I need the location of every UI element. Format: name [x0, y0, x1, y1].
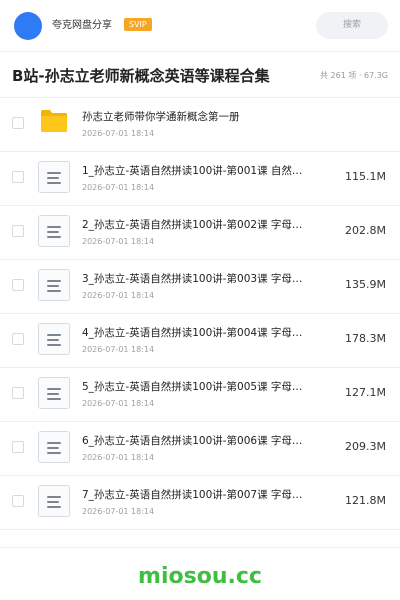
file-name[interactable]: 4_孙志立-英语自然拼读100讲-第004课 字母…	[82, 326, 302, 340]
file-row[interactable]: 2_孙志立-英语自然拼读100讲-第002课 字母… 2026-07-01 18:…	[0, 206, 400, 260]
file-size: 202.8M	[345, 224, 386, 237]
file-name[interactable]: 2_孙志立-英语自然拼读100讲-第002课 字母…	[82, 218, 302, 232]
file-date: 2026-07-01 18:14	[82, 183, 155, 192]
share-meta: 共 261 项 · 67.3G	[320, 71, 388, 80]
file-date: 2026-07-01 18:14	[82, 237, 155, 246]
file-size: 115.1M	[345, 170, 386, 183]
row-checkbox[interactable]	[12, 387, 24, 399]
row-checkbox[interactable]	[12, 225, 24, 237]
file-row[interactable]: 孙志立老师带你学通新概念第一册 2026-07-01 18:14	[0, 98, 400, 152]
share-title-bar: B站-孙志立老师新概念英语等课程合集 共 261 项 · 67.3G	[0, 52, 400, 98]
app-header: 夸克网盘分享 SVIP 搜索	[0, 0, 400, 52]
file-row[interactable]: 1_孙志立-英语自然拼读100讲-第001课 自然… 2026-07-01 18:…	[0, 152, 400, 206]
row-checkbox[interactable]	[12, 495, 24, 507]
file-date: 2026-07-01 18:14	[82, 129, 155, 138]
file-size: 127.1M	[345, 386, 386, 399]
row-checkbox[interactable]	[12, 333, 24, 345]
file-date: 2026-07-01 18:14	[82, 399, 155, 408]
file-date: 2026-07-01 18:14	[82, 345, 155, 354]
row-checkbox[interactable]	[12, 279, 24, 291]
file-name[interactable]: 5_孙志立-英语自然拼读100讲-第005课 字母…	[82, 380, 302, 394]
folder-icon	[41, 110, 67, 132]
row-checkbox[interactable]	[12, 171, 24, 183]
row-checkbox[interactable]	[12, 117, 24, 129]
file-row[interactable]: 3_孙志立-英语自然拼读100讲-第003课 字母… 2026-07-01 18:…	[0, 260, 400, 314]
file-name[interactable]: 3_孙志立-英语自然拼读100讲-第003课 字母…	[82, 272, 302, 286]
footer-divider	[0, 547, 400, 548]
document-icon	[38, 485, 70, 517]
file-size: 178.3M	[345, 332, 386, 345]
file-name[interactable]: 1_孙志立-英语自然拼读100讲-第001课 自然…	[82, 164, 302, 178]
document-icon	[38, 431, 70, 463]
page-title: B站-孙志立老师新概念英语等课程合集	[12, 67, 270, 85]
row-checkbox[interactable]	[12, 441, 24, 453]
document-icon	[38, 269, 70, 301]
document-icon	[38, 215, 70, 247]
file-name[interactable]: 7_孙志立-英语自然拼读100讲-第007课 字母…	[82, 488, 302, 502]
file-size: 135.9M	[345, 278, 386, 291]
svip-badge: SVIP	[124, 18, 152, 31]
document-icon	[38, 323, 70, 355]
file-date: 2026-07-01 18:14	[82, 453, 155, 462]
file-size: 121.8M	[345, 494, 386, 507]
file-date: 2026-07-01 18:14	[82, 507, 155, 516]
file-row[interactable]: 4_孙志立-英语自然拼读100讲-第004课 字母… 2026-07-01 18:…	[0, 314, 400, 368]
file-name[interactable]: 孙志立老师带你学通新概念第一册	[82, 110, 240, 124]
file-name[interactable]: 6_孙志立-英语自然拼读100讲-第006课 字母…	[82, 434, 302, 448]
search-button[interactable]: 搜索	[316, 12, 388, 39]
document-icon	[38, 161, 70, 193]
file-date: 2026-07-01 18:14	[82, 291, 155, 300]
file-list: 孙志立老师带你学通新概念第一册 2026-07-01 18:14 1_孙志立-英语自…	[0, 98, 400, 530]
sharer-name: 夸克网盘分享	[52, 20, 112, 31]
document-icon	[38, 377, 70, 409]
avatar[interactable]	[14, 12, 42, 40]
watermark-brand: miosou.cc	[138, 564, 262, 589]
file-row[interactable]: 7_孙志立-英语自然拼读100讲-第007课 字母… 2026-07-01 18:…	[0, 476, 400, 530]
file-row[interactable]: 5_孙志立-英语自然拼读100讲-第005课 字母… 2026-07-01 18:…	[0, 368, 400, 422]
file-row[interactable]: 6_孙志立-英语自然拼读100讲-第006课 字母… 2026-07-01 18:…	[0, 422, 400, 476]
file-size: 209.3M	[345, 440, 386, 453]
